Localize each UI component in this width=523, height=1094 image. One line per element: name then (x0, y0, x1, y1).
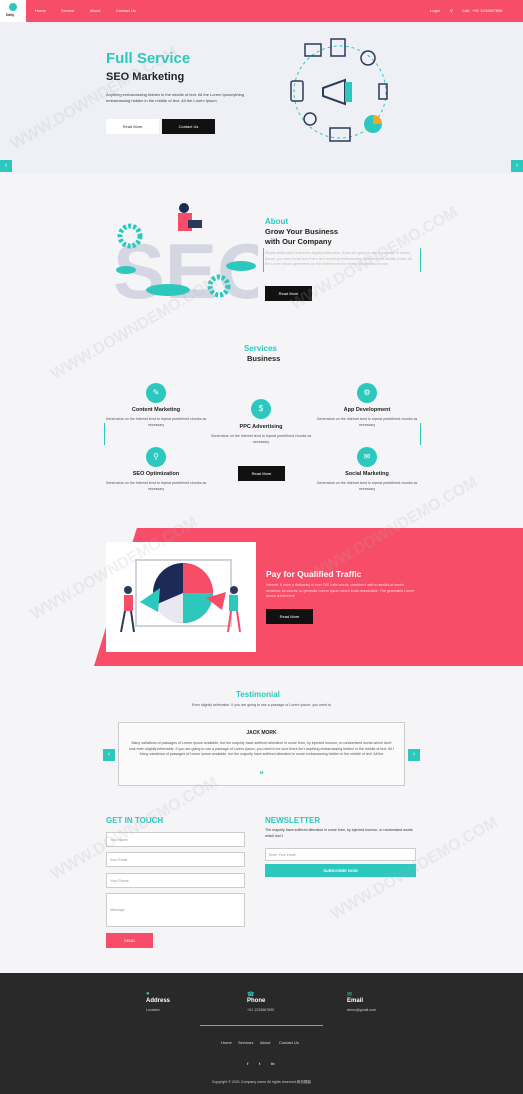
about-subtitle: About (265, 217, 289, 226)
footer (0, 973, 523, 1094)
footer-phone-value: +01 1234567890 (247, 1008, 275, 1012)
service-text-content-marketing: Generators on the Internet tend to repea… (105, 417, 207, 427)
search-icon[interactable]: ⚲ (450, 8, 453, 13)
nav-login[interactable]: Login (430, 8, 440, 13)
newsletter-text: The majority have suffered alteration in… (265, 828, 413, 838)
service-title-ppc-advertising: PPC Advertising (239, 424, 283, 430)
social-marketing-icon: ✉ (357, 447, 377, 467)
footer-phone-label: Phone (247, 998, 266, 1004)
app-development-icon: ⚙ (357, 383, 377, 403)
watermark: WWW.DOWNDEMO.COM (48, 773, 221, 884)
facebook-icon[interactable]: f (247, 1061, 248, 1066)
service-text-ppc-advertising: Generators on the Internet tend to repea… (210, 434, 312, 444)
logo-mark-icon (9, 3, 17, 11)
traffic-text: Internet. It uses a dictionary of over 2… (266, 583, 415, 598)
send-button[interactable]: SEND (106, 933, 153, 948)
service-title-content-marketing: Content Marketing (131, 407, 181, 413)
footer-link-home[interactable]: Home (221, 1040, 232, 1045)
testimonial-text: Many variations of passages of Lorem Ips… (129, 741, 394, 756)
services-divider-left (104, 423, 105, 445)
logo[interactable]: Daily (0, 0, 26, 22)
twitter-icon[interactable]: t (259, 1061, 260, 1066)
nav-contact[interactable]: Contact Us (116, 8, 136, 13)
footer-address-value: Location (146, 1008, 160, 1012)
footer-address-label: Address (146, 998, 171, 1004)
nav-about[interactable]: About (90, 8, 100, 13)
testimonial-prev-arrow-icon[interactable]: ‹ (103, 749, 115, 761)
hero-title-line1: Full Service (106, 50, 191, 67)
quote-icon: ❝ (259, 770, 264, 779)
content-marketing-icon: ✎ (146, 383, 166, 403)
footer-email-label: Email (347, 998, 364, 1004)
linkedin-icon[interactable]: in (271, 1061, 275, 1066)
service-title-social-marketing: Social Marketing (345, 471, 389, 477)
service-title-seo-optimization: SEO Optimization (132, 471, 180, 477)
about-title-line1: Grow Your Business (265, 227, 339, 236)
hero-next-arrow-icon[interactable]: › (511, 160, 523, 172)
service-text-app-development: Generators on the Internet tend to repea… (316, 417, 418, 427)
seo-optimization-icon: ⚲ (146, 447, 166, 467)
contact-title: GET IN TOUCH (106, 816, 164, 825)
footer-email-value: demo@gmail.com (347, 1008, 377, 1012)
logo-text: Daily (6, 13, 15, 17)
hero-text: Anything embarrassing hidden in the midd… (106, 92, 245, 103)
nav-phone: Call : +91 1234567890 (462, 8, 503, 13)
hero-read-more-button[interactable]: Read More (106, 119, 159, 134)
phone-field[interactable]: Your Phone (106, 873, 245, 888)
seo-illustration: SEO (113, 203, 258, 313)
hero-illustration (290, 38, 388, 142)
services-subtitle: Services (244, 344, 277, 353)
testimonial-next-arrow-icon[interactable]: › (408, 749, 420, 761)
footer-link-services[interactable]: Services (238, 1040, 253, 1045)
about-read-more-button[interactable]: Read More (265, 286, 312, 301)
footer-link-contact[interactable]: Contact Us (279, 1040, 299, 1045)
service-title-app-development: App Development (343, 407, 391, 413)
email-icon: ✉ (347, 992, 353, 998)
phone-icon: ☎ (247, 992, 255, 998)
email-field[interactable]: Your Email (106, 852, 245, 867)
service-text-seo-optimization: Generators on the Internet tend to repea… (105, 481, 207, 491)
traffic-title: Pay for Qualified Traffic (266, 569, 362, 579)
footer-link-about[interactable]: About (260, 1040, 270, 1045)
about-divider-right (420, 248, 421, 272)
services-read-more-button[interactable]: Read More (238, 466, 285, 481)
about-title-line2: with Our Company (265, 237, 332, 246)
hero-prev-arrow-icon[interactable]: ‹ (0, 160, 12, 172)
hero-section (0, 22, 523, 173)
footer-divider (200, 1025, 323, 1026)
traffic-read-more-button[interactable]: Read More (266, 609, 313, 624)
services-divider-right (420, 423, 421, 445)
hero-title-line2: SEO Marketing (106, 71, 185, 83)
message-field[interactable]: Message (106, 893, 245, 927)
traffic-illustration (120, 559, 241, 633)
ppc-advertising-icon: $ (251, 399, 271, 419)
about-text: Words which don't look even slightly bel… (265, 251, 413, 266)
location-pin-icon: ● (146, 991, 150, 997)
testimonial-subtitle: Testimonial (236, 690, 280, 699)
subscribe-button[interactable]: SUBSCRIBE NOW (265, 864, 416, 877)
newsletter-email-input[interactable]: Enter Your email (265, 848, 416, 861)
top-navbar: Daily Home Service About Contact Us Logi… (0, 0, 523, 22)
services-title: Business (247, 354, 281, 363)
nav-service[interactable]: Service (61, 8, 74, 13)
testimonial-name: JACK MORK (246, 730, 277, 736)
service-text-social-marketing: Generators on the Internet tend to repea… (316, 481, 418, 491)
hero-contact-button[interactable]: Contact Us (162, 119, 215, 134)
copyright-text: Copyright © 2021 Company name All rights… (211, 1080, 312, 1084)
nav-home[interactable]: Home (35, 8, 46, 13)
newsletter-title: NEWSLETTER (265, 816, 321, 825)
about-divider-left (263, 248, 264, 272)
name-field[interactable]: Your Name (106, 832, 245, 847)
testimonial-intro: Even slightly believable. If you are goi… (191, 703, 332, 707)
